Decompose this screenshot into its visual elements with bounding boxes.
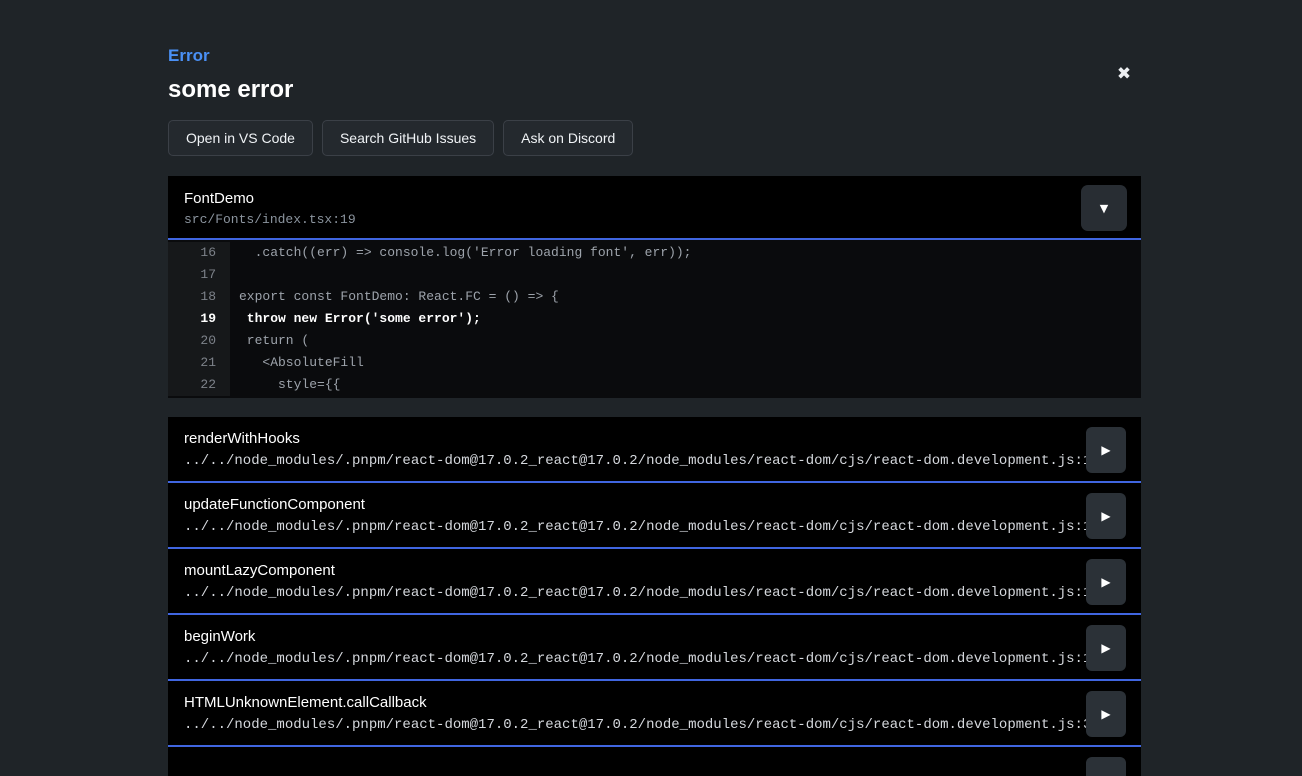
stack-frame: mountLazyComponent ../../node_modules/.p…: [168, 549, 1141, 615]
expand-frame-button[interactable]: ▶: [1086, 559, 1126, 605]
play-icon: ▶: [1101, 510, 1110, 522]
expand-frame-button[interactable]: ▶: [1086, 625, 1126, 671]
frame-function-name: updateFunctionComponent: [184, 495, 1071, 514]
code-line: 17: [168, 264, 1141, 286]
line-code: export const FontDemo: React.FC = () => …: [230, 286, 559, 308]
error-message: some error: [168, 76, 1141, 104]
frame-function-name: HTMLUnknownElement.callCallback: [184, 693, 1071, 712]
code-line: 21 <AbsoluteFill: [168, 352, 1141, 374]
code-frame-panel: FontDemo src/Fonts/index.tsx:19 ▼ 16 .ca…: [168, 176, 1141, 398]
action-buttons: Open in VS CodeSearch GitHub IssuesAsk o…: [168, 120, 1141, 156]
code-line: 19 throw new Error('some error');: [168, 308, 1141, 330]
play-icon: ▶: [1101, 708, 1110, 720]
line-number: 20: [168, 330, 230, 352]
play-icon: ▶: [1101, 642, 1110, 654]
stack-frame: beginWork ../../node_modules/.pnpm/react…: [168, 615, 1141, 681]
stack-frame-list: renderWithHooks ../../node_modules/.pnpm…: [168, 417, 1141, 776]
expand-frame-button[interactable]: ▶: [1086, 757, 1126, 776]
line-number: 17: [168, 264, 230, 286]
line-code: throw new Error('some error');: [230, 308, 481, 330]
open-in-vs-code-button[interactable]: Open in VS Code: [168, 120, 313, 156]
frame-location: ../../node_modules/.pnpm/react-dom@17.0.…: [184, 717, 1071, 734]
expand-frame-button[interactable]: ▶: [1086, 691, 1126, 737]
frame-function-name: mountLazyComponent: [184, 561, 1071, 580]
line-code: .catch((err) => console.log('Error loadi…: [230, 242, 691, 264]
code-frame-function-name: FontDemo: [184, 189, 1125, 208]
frame-function-name: beginWork: [184, 627, 1071, 646]
frame-location: ../../node_modules/.pnpm/react-dom@17.0.…: [184, 453, 1071, 470]
code-line: 22 style={{: [168, 374, 1141, 396]
line-number: 22: [168, 374, 230, 396]
frame-function-name: renderWithHooks: [184, 429, 1071, 448]
code-line: 20 return (: [168, 330, 1141, 352]
frame-location: ../../node_modules/.pnpm/react-dom@17.0.…: [184, 651, 1071, 668]
line-code: [230, 264, 239, 286]
code-frame-header: FontDemo src/Fonts/index.tsx:19 ▼: [168, 176, 1141, 240]
error-type-label: Error: [168, 46, 1141, 66]
line-number: 16: [168, 242, 230, 264]
error-overlay: Error some error Open in VS CodeSearch G…: [168, 0, 1141, 776]
line-number: 21: [168, 352, 230, 374]
stack-frame: renderWithHooks ../../node_modules/.pnpm…: [168, 417, 1141, 483]
line-number: 18: [168, 286, 230, 308]
play-icon: ▶: [1101, 576, 1110, 588]
code-frame-location: src/Fonts/index.tsx:19: [184, 212, 1125, 228]
stack-frame: updateFunctionComponent ../../node_modul…: [168, 483, 1141, 549]
stack-frame: HTMLUnknownElement.callCallback ../../no…: [168, 681, 1141, 747]
line-code: style={{: [230, 374, 340, 396]
line-number: 19: [168, 308, 230, 330]
code-line: 16 .catch((err) => console.log('Error lo…: [168, 242, 1141, 264]
code-block: 16 .catch((err) => console.log('Error lo…: [168, 240, 1141, 398]
code-line: 18 export const FontDemo: React.FC = () …: [168, 286, 1141, 308]
chevron-down-icon: ▼: [1100, 203, 1108, 214]
line-code: return (: [230, 330, 309, 352]
line-code: <AbsoluteFill: [230, 352, 364, 374]
ask-on-discord-button[interactable]: Ask on Discord: [503, 120, 633, 156]
search-github-issues-button[interactable]: Search GitHub Issues: [322, 120, 494, 156]
expand-frame-button[interactable]: ▶: [1086, 493, 1126, 539]
expand-frame-button[interactable]: ▶: [1086, 427, 1126, 473]
frame-location: ../../node_modules/.pnpm/react-dom@17.0.…: [184, 585, 1071, 602]
frame-location: ../../node_modules/.pnpm/react-dom@17.0.…: [184, 519, 1071, 536]
play-icon: ▶: [1101, 444, 1110, 456]
stack-frame: ▶: [168, 747, 1141, 776]
collapse-code-button[interactable]: ▼: [1081, 185, 1127, 231]
